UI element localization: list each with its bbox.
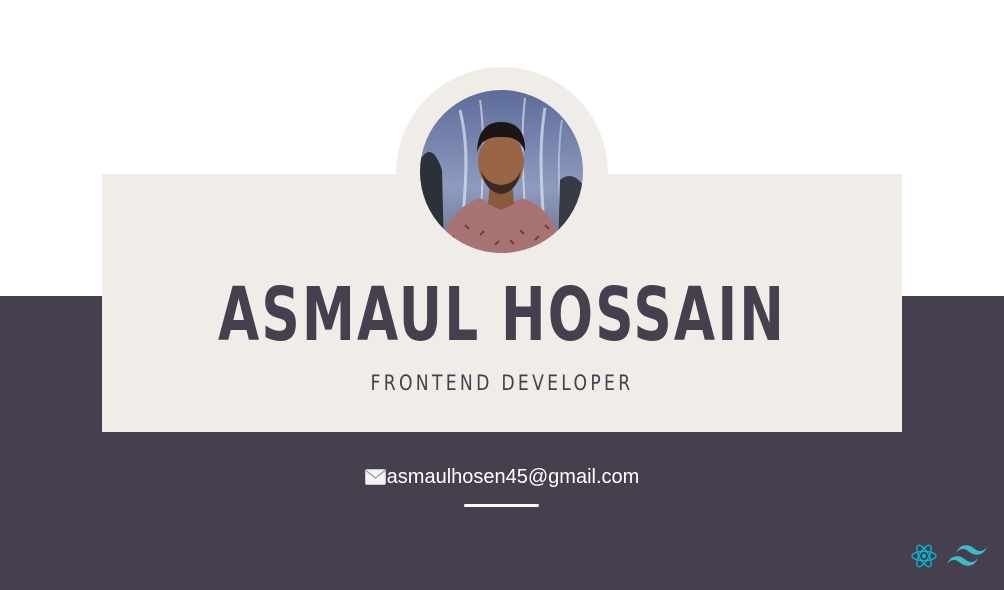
- divider: [464, 504, 539, 507]
- tailwind-icon: [946, 543, 988, 569]
- email-address[interactable]: asmaulhosen45@gmail.com: [387, 462, 640, 492]
- avatar: [420, 90, 583, 253]
- envelope-icon: [364, 469, 386, 485]
- tech-stack: [910, 540, 988, 572]
- email-contact[interactable]: asmaulhosen45@gmail.com: [0, 462, 1004, 492]
- profile-name: ASMAUL HOSSAIN: [217, 272, 787, 358]
- profile-role: FRONTEND DEVELOPER: [370, 371, 634, 395]
- avatar-photo: [420, 90, 583, 253]
- react-icon: [910, 542, 938, 570]
